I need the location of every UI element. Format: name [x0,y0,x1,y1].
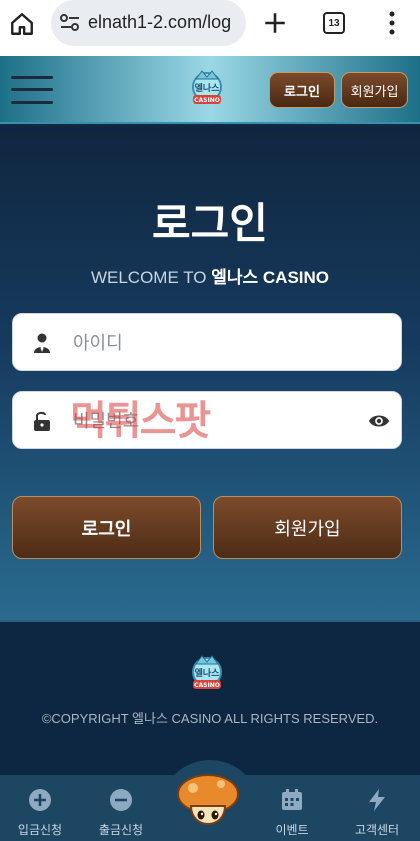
minus-circle-icon [110,789,132,811]
footer-casino-logo: CASINO 엘나스 [192,655,222,689]
welcome-brand: 엘나스 CASINO [211,268,330,287]
tab-switcher-button[interactable]: 13 [323,12,345,34]
nav-support-label: 고객센터 [354,823,400,837]
password-input[interactable] [73,402,343,440]
show-password-icon[interactable] [368,410,390,432]
user-icon [34,333,50,353]
svg-text:CASINO: CASINO [194,97,220,104]
welcome-prefix: WELCOME TO [90,268,212,287]
footer: CASINO 엘나스 ©COPYRIGHT 엘나스 CASINO ALL RIG… [0,620,420,775]
join-button[interactable]: 회원가입 [213,496,402,559]
nav-withdraw[interactable]: 출금신청 [81,775,161,841]
header-login-button[interactable]: 로그인 [269,72,335,108]
nav-event[interactable]: 이벤트 [252,775,332,841]
page-title: 로그인 [152,199,268,248]
svg-text:엘나스: 엘나스 [195,82,221,94]
nav-deposit-label: 입금신청 [17,823,63,837]
login-button[interactable]: 로그인 [12,496,201,559]
browser-toolbar: elnath1-2.com/log 13 [0,0,420,56]
casino-logo[interactable]: CASINO 엘나스 [184,67,230,113]
svg-text:CASINO: CASINO [194,682,220,689]
site-header: CASINO 엘나스 로그인 회원가입 [0,56,420,124]
tab-count: 13 [328,17,340,29]
header-join-button[interactable]: 회원가입 [341,72,408,108]
lightning-icon [369,789,385,811]
hamburger-menu-icon[interactable] [11,74,53,106]
nav-deposit[interactable]: 입금신청 [0,775,80,841]
login-section: 로그인 WELCOME TO 엘나스 CASINO 먹튀스팟 로그인 회원가입 [0,126,420,620]
more-options-icon[interactable] [382,10,402,36]
nav-event-label: 이벤트 [275,823,309,837]
site-settings-icon[interactable] [59,13,81,33]
svg-text:엘나스: 엘나스 [195,667,221,679]
calendar-icon [282,789,302,810]
url-text: elnath1-2.com/log [88,12,232,32]
plus-circle-icon [29,789,51,811]
copyright-text: ©COPYRIGHT 엘나스 CASINO ALL RIGHTS RESERVE… [41,711,379,726]
address-bar[interactable]: elnath1-2.com/log [51,0,246,46]
unlock-icon [34,411,50,431]
mushroom-mascot-icon[interactable] [175,772,241,832]
password-field[interactable] [12,391,402,449]
username-field[interactable] [12,313,402,371]
nav-withdraw-label: 출금신청 [98,823,144,837]
home-icon[interactable] [9,11,35,37]
welcome-text: WELCOME TO 엘나스 CASINO [0,263,420,288]
username-input[interactable] [73,324,343,362]
new-tab-icon[interactable] [262,10,288,36]
nav-support[interactable]: 고객센터 [337,775,417,841]
